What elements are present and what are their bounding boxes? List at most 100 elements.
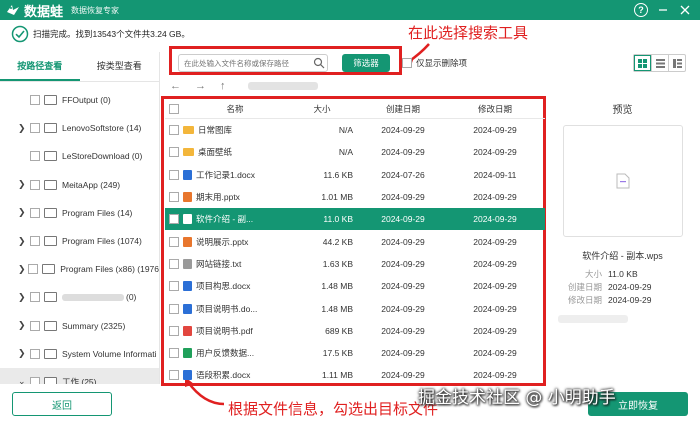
scan-status-bar: 扫描完成。找到13543个文件共3.24 GB。 <box>0 20 700 48</box>
chevron-right-icon[interactable]: ❯ <box>18 320 28 331</box>
search-icon[interactable] <box>313 57 325 69</box>
tree-item-selected[interactable]: ⌄ 工作 (25) <box>0 367 159 384</box>
table-row[interactable]: 项目说明书.pdf 689 KB 2024-09-29 2024-09-29 <box>165 320 545 342</box>
only-deleted-toggle[interactable]: 仅显示删除项 <box>402 57 467 69</box>
folder-icon <box>44 320 57 331</box>
search-input[interactable] <box>178 54 328 72</box>
back-button[interactable]: 返回 <box>12 392 112 416</box>
chevron-right-icon[interactable]: ❯ <box>18 348 28 359</box>
tree-item-label: System Volume Informati <box>62 348 157 359</box>
row-checkbox[interactable] <box>169 192 179 203</box>
view-mode-switch <box>633 54 686 72</box>
table-row[interactable]: 项目说明书.do... 1.48 MB 2024-09-29 2024-09-29 <box>165 297 545 319</box>
tree-item[interactable]: FFOutput (0) <box>0 86 159 114</box>
tree-checkbox[interactable] <box>30 95 40 106</box>
tree-item[interactable]: ❯ (0) <box>0 283 159 311</box>
tree-checkbox[interactable] <box>30 151 40 162</box>
table-header: 名称 大小 创建日期 修改日期 <box>165 99 545 119</box>
row-modified: 2024-09-29 <box>473 258 517 269</box>
help-button[interactable]: ? <box>632 1 650 19</box>
close-button[interactable] <box>676 1 694 19</box>
tree-item[interactable]: ❯ MeitaApp (249) <box>0 171 159 199</box>
tree-checkbox[interactable] <box>30 320 40 331</box>
filter-button[interactable]: 筛选器 <box>342 54 390 72</box>
row-checkbox[interactable] <box>169 125 179 136</box>
table-row[interactable]: 桌面壁纸 N/A 2024-09-29 2024-09-29 <box>165 141 545 163</box>
table-row[interactable]: 期末用.pptx 1.01 MB 2024-09-29 2024-09-29 <box>165 186 545 208</box>
row-modified: 2024-09-29 <box>473 281 517 292</box>
tab-by-path[interactable]: 按路径查看 <box>0 52 80 81</box>
header-size[interactable]: 大小 <box>287 103 357 115</box>
grid-view-button[interactable] <box>634 55 651 71</box>
table-row[interactable]: 语段积累.docx 1.11 MB 2024-09-29 2024-09-29 <box>165 364 545 385</box>
help-icon: ? <box>634 3 648 17</box>
header-modified[interactable]: 修改日期 <box>449 103 541 115</box>
row-size: 11.0 KB <box>323 214 353 225</box>
row-checkbox[interactable] <box>169 169 179 180</box>
tree-checkbox[interactable] <box>30 123 40 134</box>
header-created[interactable]: 创建日期 <box>357 103 449 115</box>
row-name: 项目说明书.pdf <box>196 325 253 336</box>
row-checkbox[interactable] <box>169 370 179 381</box>
chevron-right-icon[interactable]: ❯ <box>18 292 28 303</box>
back-arrow-icon[interactable]: ← <box>170 80 181 92</box>
tree-checkbox[interactable] <box>30 348 40 359</box>
row-modified: 2024-09-29 <box>473 370 517 381</box>
header-name[interactable]: 名称 <box>183 103 287 115</box>
row-checkbox[interactable] <box>169 303 179 314</box>
table-row[interactable]: 网站链接.txt 1.63 KB 2024-09-29 2024-09-29 <box>165 253 545 275</box>
table-row[interactable]: 日常图库 N/A 2024-09-29 2024-09-29 <box>165 119 545 141</box>
folder-icon <box>42 264 56 275</box>
row-size: 1.48 MB <box>321 281 353 292</box>
row-checkbox[interactable] <box>169 236 179 247</box>
table-row[interactable]: 工作记录1.docx 11.6 KB 2024-07-26 2024-09-11 <box>165 164 545 186</box>
row-modified: 2024-09-29 <box>473 236 517 247</box>
nav-arrows: ← → ↑ <box>170 78 320 94</box>
tree-item[interactable]: ❯ Summary (2325) <box>0 312 159 340</box>
tree-checkbox[interactable] <box>30 236 40 247</box>
tab-by-type[interactable]: 按类型查看 <box>80 52 160 81</box>
row-name: 网站链接.txt <box>196 258 242 269</box>
file-table: 名称 大小 创建日期 修改日期 日常图库 N/A 2024-09-29 2024-09… <box>165 99 545 385</box>
folder-icon <box>44 236 57 247</box>
tree-item-label: FFOutput (0) <box>62 95 111 106</box>
chevron-right-icon[interactable]: ❯ <box>18 236 28 247</box>
tree-item[interactable]: ❯ Program Files (14) <box>0 199 159 227</box>
select-all-checkbox[interactable] <box>169 103 179 114</box>
tree-checkbox[interactable] <box>30 376 40 384</box>
tree-item[interactable]: ❯ LenovoSoftstore (14) <box>0 114 159 142</box>
chevron-right-icon[interactable]: ❯ <box>18 264 26 275</box>
tree-item[interactable]: ❯ Program Files (x86) (1976 <box>0 255 159 283</box>
row-checkbox[interactable] <box>169 325 179 336</box>
row-modified: 2024-09-29 <box>473 325 517 336</box>
chevron-right-icon[interactable]: ❯ <box>18 123 28 134</box>
chevron-right-icon[interactable]: ❯ <box>18 207 28 218</box>
minimize-button[interactable] <box>654 1 672 19</box>
table-row[interactable]: 软件介绍 - 副... 11.0 KB 2024-09-29 2024-09-29 <box>165 208 545 231</box>
table-row[interactable]: 用户反馈数据... 17.5 KB 2024-09-29 2024-09-29 <box>165 342 545 364</box>
tree-item-label: LeStoreDownload (0) <box>62 151 143 162</box>
row-checkbox[interactable] <box>169 281 179 292</box>
row-checkbox[interactable] <box>169 147 179 158</box>
tree-item[interactable]: ❯ System Volume Informati <box>0 340 159 368</box>
tree-checkbox[interactable] <box>30 207 40 218</box>
only-deleted-checkbox[interactable] <box>402 58 412 68</box>
table-row[interactable]: 项目构思.docx 1.48 MB 2024-09-29 2024-09-29 <box>165 275 545 297</box>
chevron-right-icon[interactable]: ❯ <box>18 179 28 190</box>
tree-item[interactable]: LeStoreDownload (0) <box>0 142 159 170</box>
list-view-button[interactable] <box>651 55 668 71</box>
tree-checkbox[interactable] <box>30 292 40 303</box>
chevron-down-icon[interactable]: ⌄ <box>18 376 28 384</box>
tree-item[interactable]: ❯ Program Files (1074) <box>0 227 159 255</box>
row-checkbox[interactable] <box>169 258 179 269</box>
detail-view-button[interactable] <box>668 55 685 71</box>
forward-arrow-icon[interactable]: → <box>195 80 206 92</box>
row-created: 2024-09-29 <box>381 370 425 381</box>
row-checkbox[interactable] <box>169 214 179 225</box>
tree-checkbox[interactable] <box>30 179 40 190</box>
folder-file-icon <box>183 126 194 135</box>
tree-checkbox[interactable] <box>28 264 39 275</box>
table-row[interactable]: 说明展示.pptx 44.2 KB 2024-09-29 2024-09-29 <box>165 230 545 252</box>
up-arrow-icon[interactable]: ↑ <box>220 80 226 92</box>
row-checkbox[interactable] <box>169 348 179 359</box>
